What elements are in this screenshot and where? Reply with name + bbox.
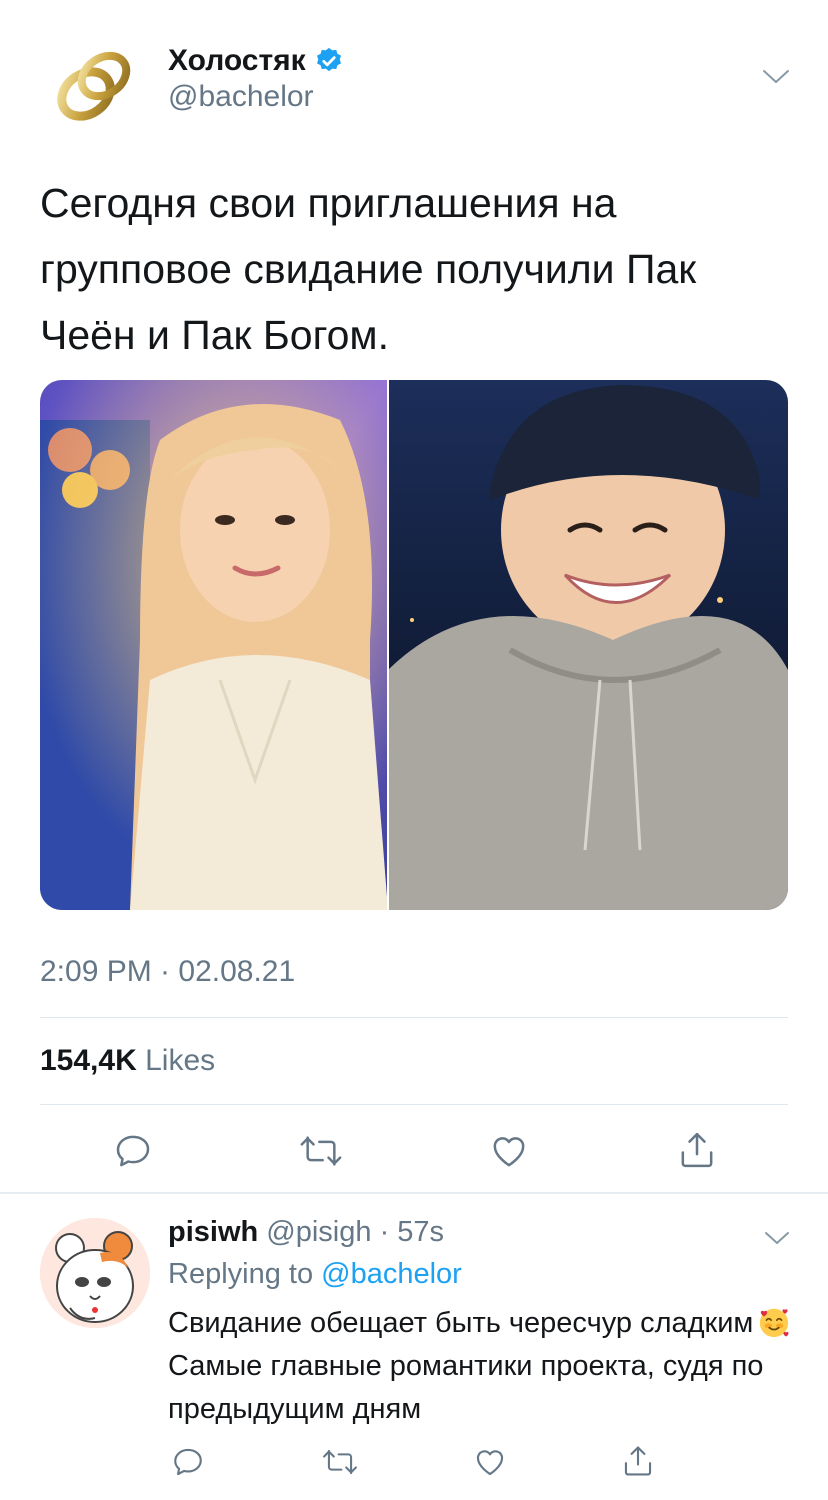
- retweet-button[interactable]: [296, 1128, 346, 1174]
- reply-reply-button[interactable]: [168, 1442, 208, 1482]
- left-photo: [40, 380, 388, 910]
- tweet-media[interactable]: [40, 380, 788, 910]
- replying-to: Replying to @bachelor: [168, 1258, 462, 1291]
- author-name[interactable]: Холостяк: [168, 44, 306, 78]
- reply-meta[interactable]: @pisigh · 57s: [266, 1216, 444, 1248]
- reply-tweet[interactable]: pisiwh @pisigh · 57s Replying to @bachel…: [0, 1194, 828, 1500]
- reply-icon: [116, 1135, 150, 1167]
- likes-stat[interactable]: 154,4K Likes: [40, 1044, 215, 1078]
- reply-button[interactable]: [108, 1128, 158, 1174]
- wedding-rings-icon: [57, 51, 131, 121]
- verified-badge-icon: [316, 47, 341, 72]
- chevron-down-icon[interactable]: [764, 1230, 790, 1246]
- author-handle[interactable]: @bachelor: [168, 80, 314, 114]
- avatar-pisiwh[interactable]: [40, 1218, 150, 1328]
- reply-retweet-button[interactable]: [318, 1442, 362, 1482]
- replying-handle-link[interactable]: @bachelor: [321, 1258, 462, 1290]
- retweet-icon: [323, 1449, 357, 1475]
- likes-label: Likes: [145, 1044, 216, 1077]
- tweet-text: Сегодня свои приглашения на групповое св…: [40, 180, 697, 358]
- reply-icon: [174, 1448, 202, 1476]
- likes-count: 154,4K: [40, 1044, 137, 1077]
- reply-text-part2: Самые главные романтики проекта, судя по…: [168, 1350, 764, 1425]
- reply-text: Свидание обещает быть чересчур сладким С…: [168, 1302, 798, 1431]
- heart-icon: [476, 1450, 504, 1476]
- reply-header: pisiwh @pisigh · 57s: [168, 1216, 444, 1249]
- photo-collage: [40, 380, 788, 910]
- right-photo: [388, 380, 788, 910]
- heart-icon: [493, 1137, 525, 1167]
- author-name-row[interactable]: Холостяк: [168, 44, 344, 78]
- share-icon: [624, 1446, 652, 1476]
- tweet-timestamp[interactable]: 2:09 PM · 02.08.21: [40, 955, 295, 989]
- smiling-face-with-hearts-emoji: [760, 1308, 789, 1338]
- main-tweet: Холостяк @bachelor Сегодня свои приглаше…: [0, 0, 828, 1192]
- reply-author-name[interactable]: pisiwh: [168, 1216, 258, 1248]
- reply-like-button[interactable]: [470, 1442, 510, 1482]
- like-button[interactable]: [484, 1128, 534, 1174]
- chevron-down-icon[interactable]: [762, 68, 790, 86]
- retweet-icon: [300, 1136, 342, 1166]
- share-button[interactable]: [672, 1126, 722, 1174]
- reply-text-part1: Свидание обещает быть чересчур сладким: [168, 1307, 754, 1339]
- replying-prefix: Replying to: [168, 1258, 314, 1290]
- reply-share-button[interactable]: [618, 1440, 658, 1482]
- divider: [40, 1017, 788, 1018]
- cartoon-bear-avatar-icon: [40, 1218, 150, 1328]
- avatar-bachelor[interactable]: [44, 34, 144, 134]
- divider: [40, 1104, 788, 1105]
- share-icon: [681, 1132, 713, 1168]
